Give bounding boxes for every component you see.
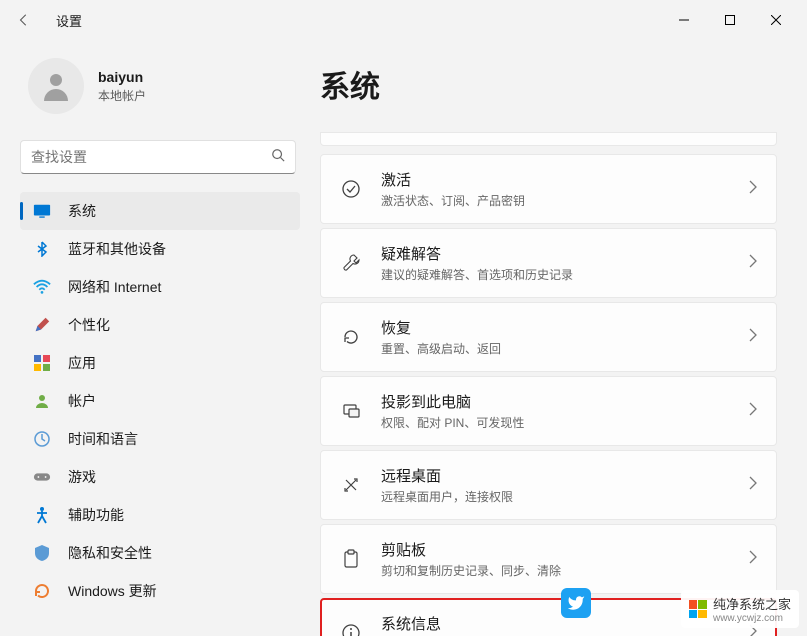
sidebar-item-time-language[interactable]: 时间和语言 <box>20 420 300 458</box>
wifi-icon <box>32 277 52 297</box>
sidebar-item-network[interactable]: 网络和 Internet <box>20 268 300 306</box>
update-icon <box>32 581 52 601</box>
avatar <box>28 58 84 114</box>
chevron-right-icon <box>748 402 758 421</box>
paintbrush-icon <box>32 315 52 335</box>
check-circle-icon <box>339 177 363 201</box>
chevron-right-icon <box>748 180 758 199</box>
partial-item-top <box>320 132 777 146</box>
bluetooth-icon <box>32 239 52 259</box>
setting-item-remote-desktop[interactable]: 远程桌面 远程桌面用户，连接权限 <box>320 450 777 520</box>
chevron-right-icon <box>748 328 758 347</box>
search-box[interactable] <box>20 140 296 174</box>
info-icon <box>339 621 363 636</box>
sidebar-item-gaming[interactable]: 游戏 <box>20 458 300 496</box>
item-sub: 剪切和复制历史记录、同步、清除 <box>381 562 748 579</box>
sidebar-item-label: 网络和 Internet <box>68 277 161 297</box>
recovery-icon <box>339 325 363 349</box>
maximize-button[interactable] <box>707 4 753 36</box>
gamepad-icon <box>32 467 52 487</box>
item-title: 投影到此电脑 <box>381 391 748 412</box>
sidebar-item-accessibility[interactable]: 辅助功能 <box>20 496 300 534</box>
setting-item-activation[interactable]: 激活 激活状态、订阅、产品密钥 <box>320 154 777 224</box>
sidebar-item-label: 隐私和安全性 <box>68 543 152 563</box>
window-controls <box>661 4 799 36</box>
sidebar-item-windows-update[interactable]: Windows 更新 <box>20 572 300 610</box>
person-icon <box>32 391 52 411</box>
item-title: 远程桌面 <box>381 465 748 486</box>
nav-list: 系统 蓝牙和其他设备 网络和 Internet 个性化 应用 <box>20 192 310 610</box>
shield-icon <box>32 543 52 563</box>
sidebar-item-personalization[interactable]: 个性化 <box>20 306 300 344</box>
display-icon <box>32 201 52 221</box>
watermark: 纯净系统之家 www.ycwjz.com <box>681 590 799 628</box>
sidebar-item-label: 应用 <box>68 353 96 373</box>
search-input[interactable] <box>31 149 271 165</box>
sidebar-item-label: 个性化 <box>68 315 110 335</box>
sidebar-item-label: Windows 更新 <box>68 581 157 601</box>
settings-window: 设置 baiyun 本地帐户 <box>0 0 807 636</box>
sidebar-item-label: 蓝牙和其他设备 <box>68 239 166 259</box>
setting-item-clipboard[interactable]: 剪贴板 剪切和复制历史记录、同步、清除 <box>320 524 777 594</box>
item-sub: 重置、高级启动、返回 <box>381 340 748 357</box>
sidebar-item-label: 辅助功能 <box>68 505 124 525</box>
close-button[interactable] <box>753 4 799 36</box>
chevron-right-icon <box>748 550 758 569</box>
item-sub: 激活状态、订阅、产品密钥 <box>381 192 748 209</box>
watermark-text: 纯净系统之家 <box>713 597 791 612</box>
item-sub: 建议的疑难解答、首选项和历史记录 <box>381 266 748 283</box>
clock-globe-icon <box>32 429 52 449</box>
sidebar: baiyun 本地帐户 系统 蓝牙和其他设备 <box>0 40 310 636</box>
setting-item-troubleshoot[interactable]: 疑难解答 建议的疑难解答、首选项和历史记录 <box>320 228 777 298</box>
item-sub: 权限、配对 PIN、可发现性 <box>381 414 748 431</box>
setting-item-recovery[interactable]: 恢复 重置、高级启动、返回 <box>320 302 777 372</box>
sidebar-item-label: 帐户 <box>68 391 96 411</box>
accessibility-icon <box>32 505 52 525</box>
profile-name: baiyun <box>98 69 146 85</box>
chevron-right-icon <box>748 476 758 495</box>
sidebar-item-apps[interactable]: 应用 <box>20 344 300 382</box>
search-icon <box>271 148 285 167</box>
setting-item-projecting[interactable]: 投影到此电脑 权限、配对 PIN、可发现性 <box>320 376 777 446</box>
windows-logo-icon <box>689 600 707 618</box>
chevron-right-icon <box>748 254 758 273</box>
watermark-url: www.ycwjz.com <box>713 613 791 624</box>
project-icon <box>339 399 363 423</box>
minimize-button[interactable] <box>661 4 707 36</box>
page-title: 系统 <box>320 62 777 106</box>
sidebar-item-privacy[interactable]: 隐私和安全性 <box>20 534 300 572</box>
sidebar-item-label: 系统 <box>68 201 96 221</box>
item-title: 疑难解答 <box>381 243 748 264</box>
sidebar-item-system[interactable]: 系统 <box>20 192 300 230</box>
twitter-share-icon[interactable] <box>561 588 591 618</box>
sidebar-item-accounts[interactable]: 帐户 <box>20 382 300 420</box>
sidebar-item-label: 游戏 <box>68 467 96 487</box>
item-sub: 远程桌面用户，连接权限 <box>381 488 748 505</box>
apps-icon <box>32 353 52 373</box>
item-title: 激活 <box>381 169 748 190</box>
clipboard-icon <box>339 547 363 571</box>
main-panel: 系统 激活 激活状态、订阅、产品密钥 疑难解答 建议的疑难解答、首选项和历史记录 <box>310 40 807 636</box>
titlebar: 设置 <box>0 0 807 40</box>
item-title: 剪贴板 <box>381 539 748 560</box>
sidebar-item-bluetooth[interactable]: 蓝牙和其他设备 <box>20 230 300 268</box>
profile-sub: 本地帐户 <box>98 87 146 104</box>
back-button[interactable] <box>8 4 40 36</box>
content: baiyun 本地帐户 系统 蓝牙和其他设备 <box>0 40 807 636</box>
remote-icon <box>339 473 363 497</box>
item-title: 恢复 <box>381 317 748 338</box>
profile[interactable]: baiyun 本地帐户 <box>20 52 310 132</box>
wrench-icon <box>339 251 363 275</box>
sidebar-item-label: 时间和语言 <box>68 429 138 449</box>
window-title: 设置 <box>56 11 82 30</box>
